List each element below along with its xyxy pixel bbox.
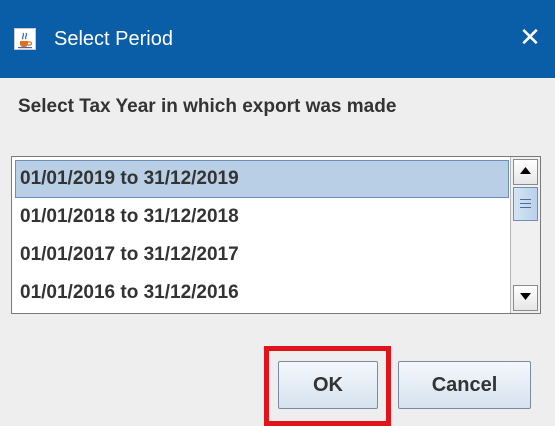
grip-line bbox=[520, 203, 531, 204]
grip-line bbox=[520, 207, 531, 208]
arrow-up-icon bbox=[520, 167, 531, 174]
prompt-label: Select Tax Year in which export was made bbox=[18, 96, 397, 117]
list-item[interactable]: 01/01/2019 to 31/12/2019 bbox=[15, 160, 509, 198]
list-item[interactable]: 01/01/2017 to 31/12/2017 bbox=[15, 236, 509, 274]
cancel-button[interactable]: Cancel bbox=[398, 361, 531, 409]
window-title: Select Period bbox=[54, 28, 173, 50]
ok-button[interactable]: OK bbox=[278, 361, 378, 409]
vertical-scrollbar[interactable] bbox=[510, 157, 540, 313]
scroll-down-button[interactable] bbox=[513, 285, 538, 311]
tax-year-list[interactable]: 01/01/2019 to 31/12/2019 01/01/2018 to 3… bbox=[11, 156, 541, 314]
list-item[interactable]: 01/01/2018 to 31/12/2018 bbox=[15, 198, 509, 236]
list-item[interactable]: 01/01/2016 to 31/12/2016 bbox=[15, 274, 509, 310]
arrow-down-icon bbox=[520, 293, 531, 300]
java-cup-icon bbox=[14, 28, 36, 50]
scroll-up-button[interactable] bbox=[513, 159, 538, 185]
title-bar[interactable]: Select Period ✕ bbox=[0, 0, 555, 78]
scroll-thumb[interactable] bbox=[513, 187, 538, 221]
grip-line bbox=[520, 199, 531, 200]
close-button[interactable]: ✕ bbox=[514, 20, 546, 56]
list-items: 01/01/2019 to 31/12/2019 01/01/2018 to 3… bbox=[15, 160, 509, 310]
